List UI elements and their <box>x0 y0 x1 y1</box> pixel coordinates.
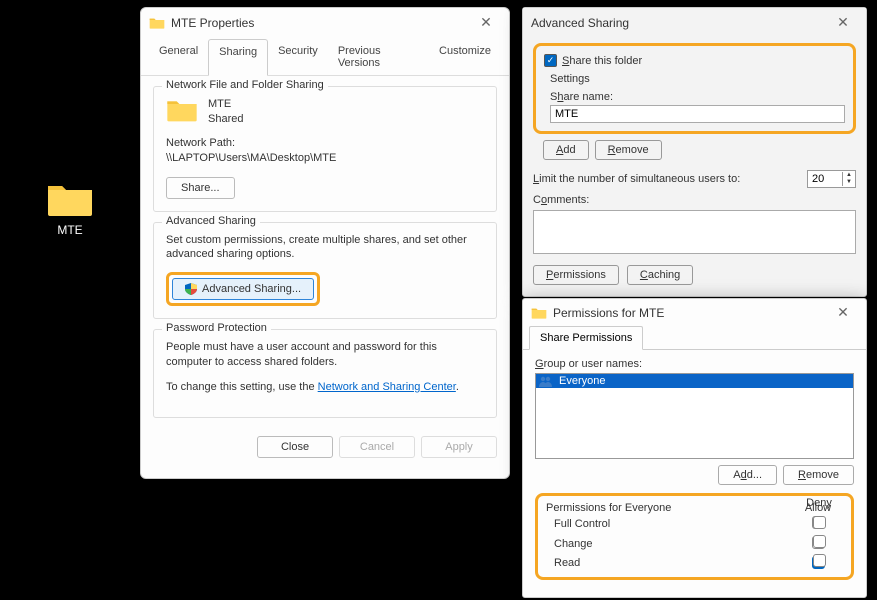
add-button[interactable]: Add... <box>718 465 777 485</box>
share-folder-label: Share this folder <box>562 55 642 67</box>
password-protection-desc: People must have a user account and pass… <box>166 340 484 370</box>
tab-previous-versions[interactable]: Previous Versions <box>328 39 429 75</box>
cancel-button[interactable]: Cancel <box>339 436 415 458</box>
advanced-sharing-button-label: Advanced Sharing... <box>202 283 301 295</box>
network-sharing-legend: Network File and Folder Sharing <box>162 79 328 91</box>
group-icon <box>538 375 554 387</box>
properties-tabs: General Sharing Security Previous Versio… <box>141 39 509 76</box>
limit-input[interactable] <box>808 171 842 187</box>
permissions-title: Permissions for MTE <box>553 306 828 320</box>
folder-icon <box>531 306 547 320</box>
share-button[interactable]: Share... <box>166 177 235 199</box>
deny-checkbox[interactable] <box>813 516 826 529</box>
shield-icon <box>185 283 197 295</box>
spin-up-icon[interactable]: ▲ <box>843 172 855 179</box>
folder-icon <box>166 97 198 123</box>
tab-share-permissions[interactable]: Share Permissions <box>529 326 643 350</box>
network-path-label: Network Path: <box>166 136 484 151</box>
permissions-titlebar: Permissions for MTE ✕ <box>523 299 866 326</box>
password-protection-change: To change this setting, use the Network … <box>166 380 484 395</box>
desktop-folder-label: MTE <box>40 223 100 237</box>
password-protection-legend: Password Protection <box>162 322 271 334</box>
tab-customize[interactable]: Customize <box>429 39 501 75</box>
group-users-list[interactable]: Everyone <box>535 373 854 459</box>
permission-name: Change <box>546 538 793 550</box>
close-icon[interactable]: ✕ <box>828 14 858 31</box>
close-button[interactable]: Close <box>257 436 333 458</box>
permissions-button[interactable]: Permissions <box>533 265 619 285</box>
share-status: Shared <box>208 112 243 127</box>
advanced-sharing-highlight: Advanced Sharing... <box>166 272 320 306</box>
advanced-sharing-titlebar: Advanced Sharing ✕ <box>523 8 866 37</box>
advanced-sharing-legend: Advanced Sharing <box>162 215 260 227</box>
group-users-label: Group or user names: <box>535 358 854 370</box>
deny-header: Deny <box>794 493 844 513</box>
permission-name: Read <box>546 557 793 569</box>
remove-button[interactable]: Remove <box>595 140 662 160</box>
advanced-sharing-title: Advanced Sharing <box>531 16 828 30</box>
comments-input[interactable] <box>533 210 856 254</box>
share-settings-highlight: ✓ Share this folder Settings Share name: <box>533 43 856 134</box>
tab-sharing[interactable]: Sharing <box>208 39 268 76</box>
apply-button[interactable]: Apply <box>421 436 497 458</box>
limit-spinner[interactable]: ▲▼ <box>807 170 856 188</box>
properties-title: MTE Properties <box>171 16 471 30</box>
properties-titlebar: MTE Properties ✕ <box>141 8 509 37</box>
share-name: MTE <box>208 97 243 112</box>
share-folder-checkbox[interactable]: ✓ <box>544 54 557 67</box>
password-protection-group: Password Protection People must have a u… <box>153 329 497 418</box>
advanced-sharing-button[interactable]: Advanced Sharing... <box>172 278 314 300</box>
tab-security[interactable]: Security <box>268 39 328 75</box>
folder-icon <box>46 180 94 218</box>
add-button[interactable]: Add <box>543 140 589 160</box>
permissions-for-label: Permissions for Everyone <box>546 502 793 514</box>
tab-general[interactable]: General <box>149 39 208 75</box>
folder-icon <box>149 16 165 30</box>
share-name-input[interactable] <box>550 105 845 123</box>
advanced-sharing-group: Advanced Sharing Set custom permissions,… <box>153 222 497 320</box>
share-name-label: Share name: <box>550 91 845 103</box>
close-icon[interactable]: ✕ <box>828 304 858 321</box>
permissions-window: Permissions for MTE ✕ Share Permissions … <box>522 298 867 598</box>
caching-button[interactable]: Caching <box>627 265 693 285</box>
remove-button[interactable]: Remove <box>783 465 854 485</box>
deny-checkbox[interactable] <box>813 535 826 548</box>
deny-checkbox[interactable] <box>813 554 826 567</box>
spin-down-icon[interactable]: ▼ <box>843 179 855 186</box>
network-sharing-center-link[interactable]: Network and Sharing Center <box>318 381 456 393</box>
network-sharing-group: Network File and Folder Sharing MTE Shar… <box>153 86 497 212</box>
close-icon[interactable]: ✕ <box>471 14 501 31</box>
permission-name: Full Control <box>546 518 793 530</box>
desktop-folder[interactable]: MTE <box>40 180 100 237</box>
list-item[interactable]: Everyone <box>536 374 853 388</box>
list-item-label: Everyone <box>559 375 605 387</box>
properties-footer: Close Cancel Apply <box>141 428 509 466</box>
properties-window: MTE Properties ✕ General Sharing Securit… <box>140 7 510 479</box>
limit-label: Limit the number of simultaneous users t… <box>533 173 799 185</box>
advanced-sharing-window: Advanced Sharing ✕ ✓ Share this folder S… <box>522 7 867 297</box>
comments-label: Comments: <box>533 194 856 206</box>
advanced-sharing-desc: Set custom permissions, create multiple … <box>166 233 484 263</box>
settings-label: Settings <box>550 73 845 85</box>
network-path: \\LAPTOP\Users\MA\Desktop\MTE <box>166 151 484 166</box>
